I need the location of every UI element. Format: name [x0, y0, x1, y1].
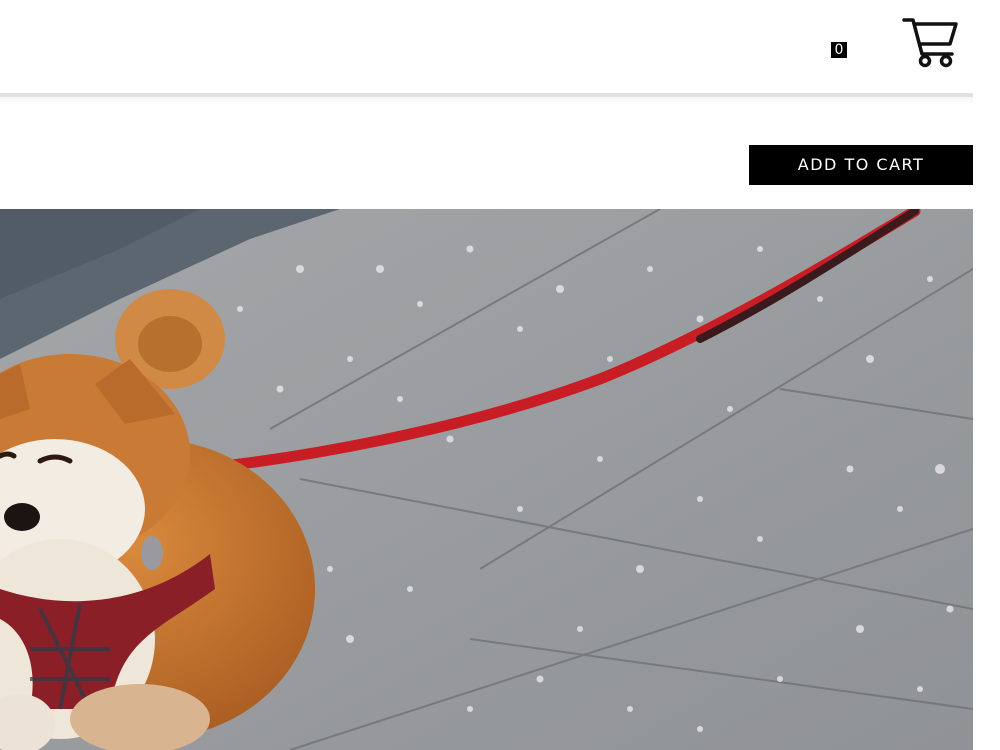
site-header: 0 [0, 0, 973, 93]
shopping-cart-icon [902, 18, 958, 68]
header-shadow [0, 97, 973, 105]
cart-count-badge: 0 [831, 42, 847, 58]
product-page: 0 ADD TO CART [0, 0, 1000, 750]
page-right-margin [973, 0, 1000, 750]
dog-photo [0, 209, 973, 750]
add-to-cart-button[interactable]: ADD TO CART [749, 145, 973, 185]
cart-button[interactable] [900, 14, 960, 70]
product-image[interactable] [0, 209, 973, 750]
